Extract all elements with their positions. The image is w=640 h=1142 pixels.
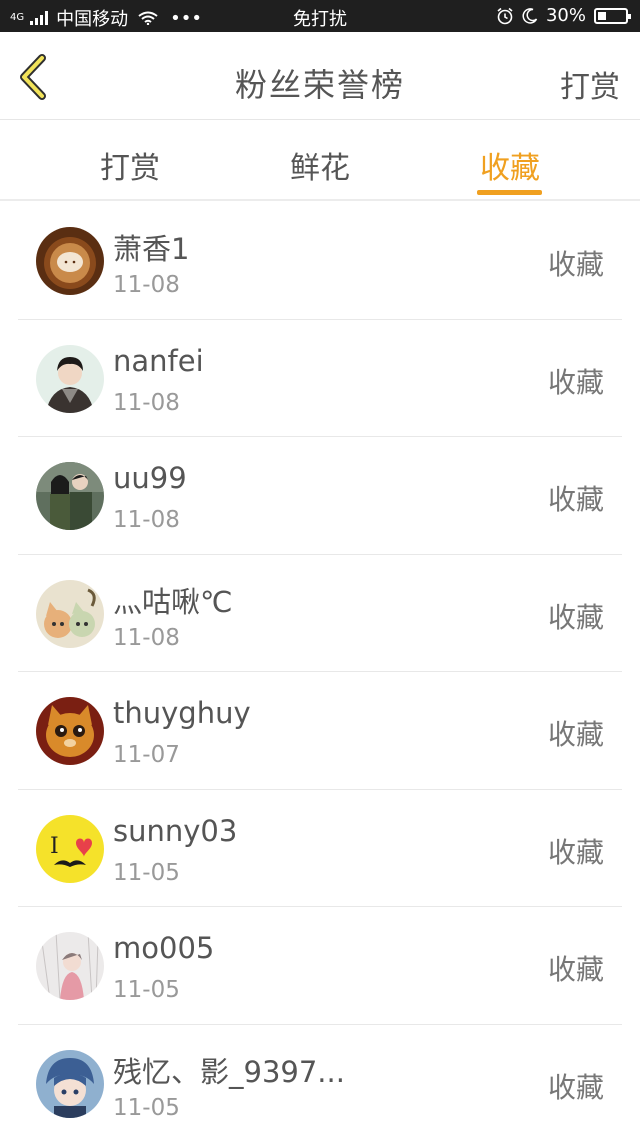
user-name: 萧香1 xyxy=(113,226,189,268)
list-item[interactable]: 残忆、影_9397... 11-05 收藏 xyxy=(0,1025,640,1142)
tab-bar: 打赏 鲜花 收藏 xyxy=(0,121,640,201)
user-date: 11-05 xyxy=(113,977,180,1003)
list-item[interactable]: thuyghuy 11-07 收藏 xyxy=(0,672,640,790)
active-tab-indicator xyxy=(477,190,542,195)
action-label: 收藏 xyxy=(548,478,604,518)
action-label: 收藏 xyxy=(548,361,604,401)
anime-cat-avatar xyxy=(36,580,104,648)
person-avatar xyxy=(36,345,104,413)
i-love-mustache-avatar: I xyxy=(36,815,104,883)
list-item[interactable]: 萧香1 11-08 收藏 xyxy=(0,202,640,320)
action-label: 收藏 xyxy=(548,948,604,988)
list-item[interactable]: uu99 11-08 收藏 xyxy=(0,437,640,555)
list-item[interactable]: nanfei 11-08 收藏 xyxy=(0,320,640,438)
status-bar: 4G 中国移动 ••• 免打扰 30% xyxy=(0,0,640,32)
user-name: mo005 xyxy=(113,931,214,965)
coffee-avatar xyxy=(36,227,104,295)
svg-text:I: I xyxy=(50,834,59,859)
anime-boy-avatar xyxy=(36,1050,104,1118)
list-item[interactable]: 灬咕啾℃ 11-08 收藏 xyxy=(0,555,640,673)
list-item[interactable]: I sunny03 11-05 收藏 xyxy=(0,790,640,908)
action-label: 收藏 xyxy=(548,243,604,283)
user-name: 灬咕啾℃ xyxy=(113,579,233,621)
user-name: uu99 xyxy=(113,461,187,495)
alarm-icon xyxy=(496,7,514,25)
page-title: 粉丝荣誉榜 xyxy=(0,60,640,106)
user-date: 11-07 xyxy=(113,742,180,768)
moon-icon xyxy=(522,8,538,24)
action-label: 收藏 xyxy=(548,596,604,636)
action-label: 收藏 xyxy=(548,831,604,871)
list-item[interactable]: mo005 11-05 收藏 xyxy=(0,907,640,1025)
battery-icon xyxy=(594,8,628,24)
user-date: 11-08 xyxy=(113,272,180,298)
user-date: 11-08 xyxy=(113,507,180,533)
action-label: 收藏 xyxy=(548,1066,604,1106)
tab-flowers[interactable]: 鲜花 xyxy=(260,143,380,187)
user-date: 11-08 xyxy=(113,625,180,651)
couple-avatar xyxy=(36,462,104,530)
sketch-girl-avatar xyxy=(36,932,104,1000)
user-name: sunny03 xyxy=(113,814,237,848)
tab-reward[interactable]: 打赏 xyxy=(70,143,190,187)
user-name: nanfei xyxy=(113,344,204,378)
battery-percent: 30% xyxy=(546,5,586,26)
nav-bar: 粉丝荣誉榜 打赏 xyxy=(0,32,640,120)
action-label: 收藏 xyxy=(548,713,604,753)
reward-button[interactable]: 打赏 xyxy=(560,62,620,106)
user-date: 11-05 xyxy=(113,1095,180,1121)
cat-avatar xyxy=(36,697,104,765)
user-date: 11-08 xyxy=(113,390,180,416)
user-date: 11-05 xyxy=(113,860,180,886)
user-name: thuyghuy xyxy=(113,696,251,730)
user-name: 残忆、影_9397... xyxy=(113,1049,345,1091)
fan-list: 萧香1 11-08 收藏 nanfei 11-08 收藏 xyxy=(0,202,640,1142)
tab-favorites[interactable]: 收藏 xyxy=(450,143,570,187)
status-right: 30% xyxy=(496,5,628,26)
